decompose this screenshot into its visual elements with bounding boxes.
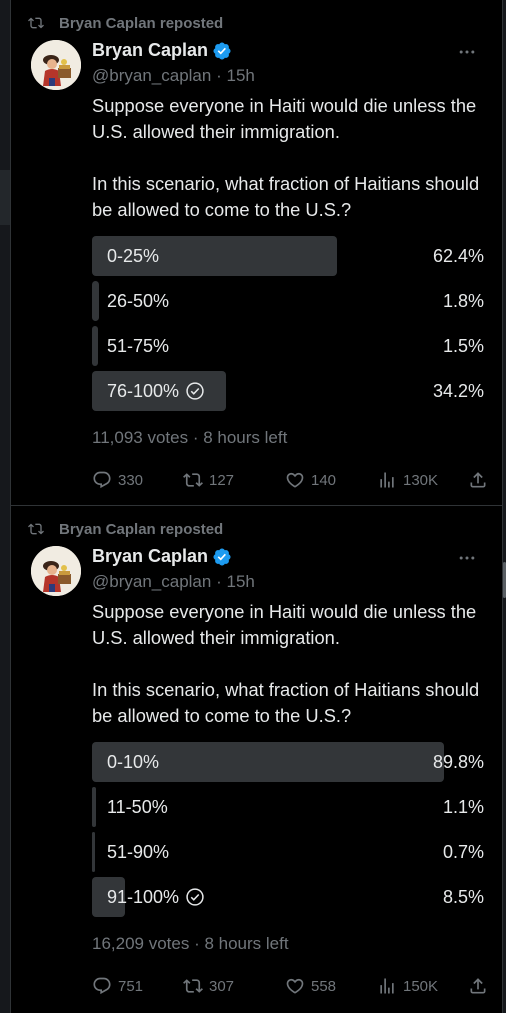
poll-bar xyxy=(92,832,95,872)
poll-option[interactable]: 51-90% 0.7% xyxy=(92,832,484,872)
tweet-text: Suppose everyone in Haiti would die unle… xyxy=(92,601,480,726)
poll-option[interactable]: 11-50% 1.1% xyxy=(92,787,484,827)
selected-check-icon xyxy=(186,382,204,400)
poll-meta: 11,093 votes · 8 hours left xyxy=(92,428,288,447)
poll-percent: 1.8% xyxy=(442,291,484,311)
timeline-feed: Bryan Caplan reposted Bryan Caplan @brya… xyxy=(10,0,503,1013)
avatar[interactable] xyxy=(31,40,81,90)
poll-percent: 8.5% xyxy=(442,887,484,907)
poll-percent: 62.4% xyxy=(432,246,484,266)
repost-indicator[interactable]: Bryan Caplan reposted xyxy=(28,520,224,538)
poll-option-label: 0-10% xyxy=(107,752,160,772)
timestamp[interactable]: 15h xyxy=(226,66,254,85)
repost-icon xyxy=(183,473,203,487)
selected-check-icon xyxy=(186,888,204,906)
poll-option-label: 51-75% xyxy=(107,336,170,356)
poll-option[interactable]: 0-25% 62.4% xyxy=(92,236,484,276)
poll-option-label: 26-50% xyxy=(107,291,170,311)
more-options-icon[interactable] xyxy=(456,42,478,62)
poll-percent: 34.2% xyxy=(432,381,484,401)
poll-percent: 1.1% xyxy=(442,797,484,817)
reply-button[interactable]: 751 xyxy=(92,972,143,1000)
poll: 0-10% 89.8% 11-50% 1.1% 51-90% 0.7% 91-1… xyxy=(92,742,484,922)
author-handle[interactable]: @bryan_caplan xyxy=(92,66,211,85)
reply-button[interactable]: 330 xyxy=(92,466,143,494)
views-icon xyxy=(380,978,394,994)
poll-option[interactable]: 0-10% 89.8% xyxy=(92,742,484,782)
views-icon xyxy=(380,472,394,488)
poll-bar xyxy=(92,326,98,366)
share-button[interactable] xyxy=(468,972,494,1000)
poll: 0-25% 62.4% 26-50% 1.8% 51-75% 1.5% 76-1… xyxy=(92,236,484,416)
poll-bar xyxy=(92,787,97,827)
poll-meta: 16,209 votes · 8 hours left xyxy=(92,934,289,953)
verified-badge-icon xyxy=(213,547,231,566)
more-options-icon[interactable] xyxy=(456,548,478,568)
reply-icon xyxy=(93,471,111,489)
author-handle[interactable]: @bryan_caplan xyxy=(92,572,211,591)
author-name[interactable]: Bryan Caplan xyxy=(92,40,232,61)
views-button[interactable]: 150K xyxy=(377,972,438,1000)
poll-option[interactable]: 51-75% 1.5% xyxy=(92,326,484,366)
poll-percent: 0.7% xyxy=(442,842,484,862)
heart-icon xyxy=(286,472,304,488)
poll-percent: 89.8% xyxy=(432,752,484,772)
repost-icon xyxy=(183,979,203,993)
heart-icon xyxy=(286,978,304,994)
views-button[interactable]: 130K xyxy=(377,466,438,494)
avatar[interactable] xyxy=(31,546,81,596)
poll-option-label: 51-90% xyxy=(107,842,170,862)
verified-badge-icon xyxy=(213,41,231,60)
tweet[interactable]: Bryan Caplan reposted Bryan Caplan @brya… xyxy=(11,506,502,1013)
poll-option[interactable]: 26-50% 1.8% xyxy=(92,281,484,321)
repost-indicator[interactable]: Bryan Caplan reposted xyxy=(28,14,224,32)
action-bar: 330 127 140 130K xyxy=(92,466,490,494)
poll-option-label: 0-25% xyxy=(107,246,160,266)
poll-option[interactable]: 76-100% 34.2% xyxy=(92,371,484,411)
repost-icon xyxy=(28,523,44,535)
poll-percent: 1.5% xyxy=(442,336,484,356)
poll-option-label: 91-100% xyxy=(107,887,180,907)
author-name[interactable]: Bryan Caplan xyxy=(92,546,232,567)
poll-bar xyxy=(92,281,100,321)
repost-label: Bryan Caplan reposted xyxy=(59,520,224,538)
reply-icon xyxy=(93,977,111,995)
poll-option[interactable]: 91-100% 8.5% xyxy=(92,877,484,917)
share-icon xyxy=(470,472,486,488)
like-button[interactable]: 140 xyxy=(285,466,336,494)
like-button[interactable]: 558 xyxy=(285,972,336,1000)
action-bar: 751 307 558 150K xyxy=(92,972,490,1000)
tweet-text: Suppose everyone in Haiti would die unle… xyxy=(92,95,480,220)
poll-option-label: 11-50% xyxy=(107,797,168,817)
share-button[interactable] xyxy=(468,466,494,494)
background-panel-edge xyxy=(0,170,10,225)
repost-button[interactable]: 307 xyxy=(183,972,234,1000)
tweet[interactable]: Bryan Caplan reposted Bryan Caplan @brya… xyxy=(11,0,502,506)
repost-button[interactable]: 127 xyxy=(183,466,234,494)
poll-option-label: 76-100% xyxy=(107,381,180,401)
handle-time: @bryan_caplan · 15h xyxy=(92,572,255,591)
handle-time: @bryan_caplan · 15h xyxy=(92,66,255,85)
repost-icon xyxy=(28,17,44,29)
timestamp[interactable]: 15h xyxy=(226,572,254,591)
repost-label: Bryan Caplan reposted xyxy=(59,14,224,32)
share-icon xyxy=(470,978,486,994)
